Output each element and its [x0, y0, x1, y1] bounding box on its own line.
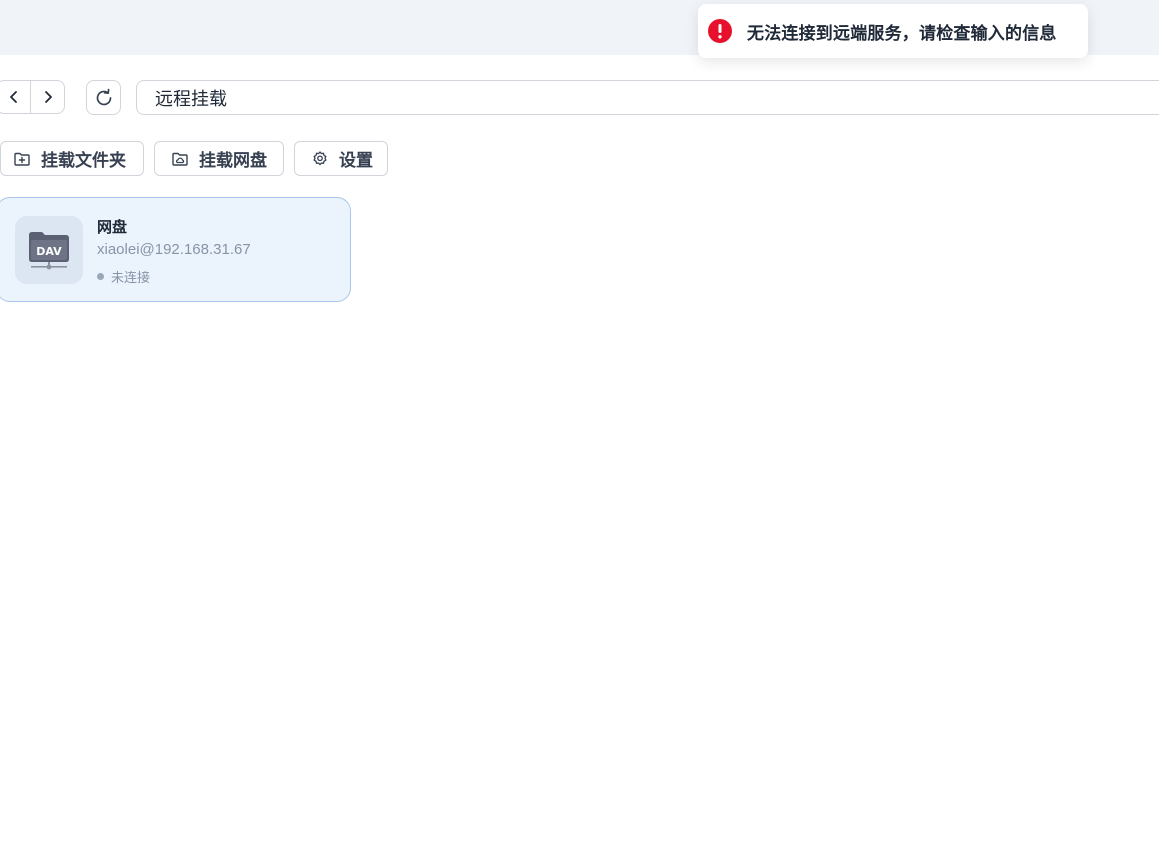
toast-message: 无法连接到远端服务，请检查输入的信息: [747, 23, 1057, 43]
status-text: 未连接: [111, 270, 151, 285]
cloud-folder-icon: [171, 150, 189, 168]
settings-label: 设置: [339, 151, 373, 170]
mount-folder-button[interactable]: 挂载文件夹: [0, 141, 144, 176]
path-bar[interactable]: 远程挂载: [136, 80, 1159, 115]
chevron-right-icon: [44, 91, 52, 103]
svg-text:DAV: DAV: [36, 245, 62, 258]
dav-folder-icon: DAV: [15, 216, 83, 284]
mount-folder-label: 挂载文件夹: [41, 151, 126, 170]
status-badge: 未连接: [97, 267, 150, 286]
forward-button[interactable]: [30, 81, 64, 113]
status-dot: [97, 273, 104, 280]
mount-drive-button[interactable]: 挂载网盘: [154, 141, 284, 176]
mount-card[interactable]: DAV 网盘 xiaolei@192.168.31.67 未连接: [0, 197, 351, 302]
refresh-button[interactable]: [86, 80, 121, 115]
settings-button[interactable]: 设置: [294, 141, 388, 176]
error-icon: [708, 19, 732, 43]
folder-plus-icon: [13, 150, 31, 168]
mount-address: xiaolei@192.168.31.67: [97, 241, 251, 258]
error-toast: 无法连接到远端服务，请检查输入的信息: [698, 4, 1088, 58]
back-button[interactable]: [0, 81, 30, 113]
refresh-icon: [96, 88, 111, 105]
path-text: 远程挂载: [155, 88, 227, 109]
chevron-left-icon: [9, 91, 17, 103]
mount-name: 网盘: [97, 219, 128, 236]
history-nav: [0, 80, 65, 114]
gear-icon: [311, 150, 329, 168]
mount-drive-label: 挂载网盘: [199, 151, 267, 170]
